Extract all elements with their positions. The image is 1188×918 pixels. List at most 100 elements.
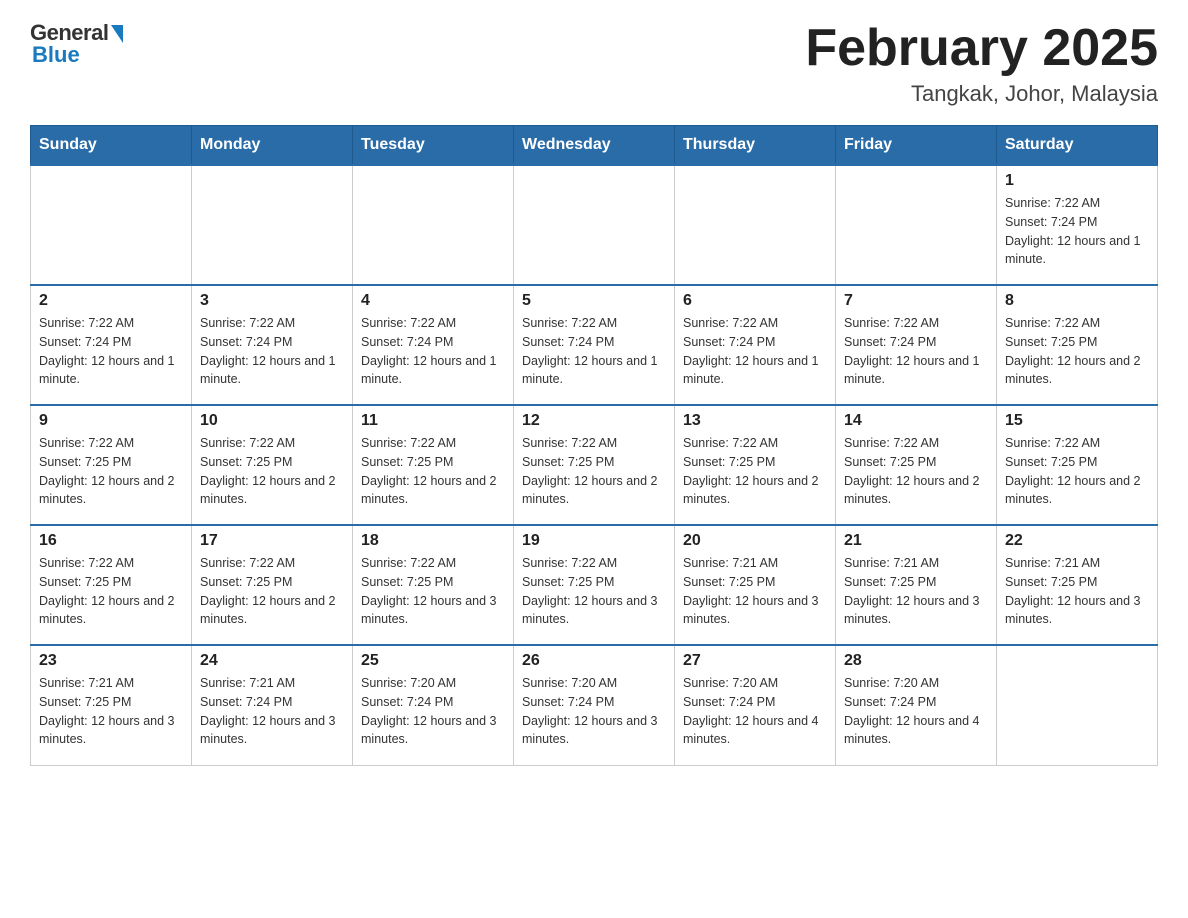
day-info: Sunrise: 7:22 AMSunset: 7:25 PMDaylight:…	[361, 434, 505, 509]
logo-arrow-icon	[111, 25, 123, 43]
day-info: Sunrise: 7:20 AMSunset: 7:24 PMDaylight:…	[522, 674, 666, 749]
calendar-cell: 27 Sunrise: 7:20 AMSunset: 7:24 PMDayligh…	[675, 645, 836, 765]
day-number: 21	[844, 532, 988, 550]
col-wednesday: Wednesday	[514, 126, 675, 166]
calendar-cell: 14 Sunrise: 7:22 AMSunset: 7:25 PMDayligh…	[836, 405, 997, 525]
day-number: 27	[683, 652, 827, 670]
header-row: Sunday Monday Tuesday Wednesday Thursday…	[31, 126, 1158, 166]
title-area: February 2025 Tangkak, Johor, Malaysia	[805, 20, 1158, 107]
week-row-1: 1 Sunrise: 7:22 AMSunset: 7:24 PMDaylight…	[31, 165, 1158, 285]
day-number: 13	[683, 412, 827, 430]
calendar-cell	[997, 645, 1158, 765]
day-number: 23	[39, 652, 183, 670]
day-info: Sunrise: 7:21 AMSunset: 7:25 PMDaylight:…	[1005, 554, 1149, 629]
calendar-cell: 23Sunrise: 7:21 AMSunset: 7:25 PMDayligh…	[31, 645, 192, 765]
day-info: Sunrise: 7:22 AMSunset: 7:24 PMDaylight:…	[683, 314, 827, 389]
calendar-cell: 1 Sunrise: 7:22 AMSunset: 7:24 PMDaylight…	[997, 165, 1158, 285]
day-info: Sunrise: 7:21 AMSunset: 7:25 PMDaylight:…	[844, 554, 988, 629]
logo: General Blue	[30, 20, 123, 68]
day-info: Sunrise: 7:22 AMSunset: 7:24 PMDaylight:…	[522, 314, 666, 389]
calendar-cell: 15Sunrise: 7:22 AMSunset: 7:25 PMDayligh…	[997, 405, 1158, 525]
calendar-cell: 6 Sunrise: 7:22 AMSunset: 7:24 PMDaylight…	[675, 285, 836, 405]
calendar-cell: 12Sunrise: 7:22 AMSunset: 7:25 PMDayligh…	[514, 405, 675, 525]
location-label: Tangkak, Johor, Malaysia	[805, 81, 1158, 107]
col-friday: Friday	[836, 126, 997, 166]
day-number: 9	[39, 412, 183, 430]
week-row-2: 2 Sunrise: 7:22 AMSunset: 7:24 PMDaylight…	[31, 285, 1158, 405]
col-monday: Monday	[192, 126, 353, 166]
day-number: 2	[39, 292, 183, 310]
day-number: 1	[1005, 172, 1149, 190]
day-number: 26	[522, 652, 666, 670]
day-number: 22	[1005, 532, 1149, 550]
day-info: Sunrise: 7:22 AMSunset: 7:24 PMDaylight:…	[844, 314, 988, 389]
week-row-5: 23Sunrise: 7:21 AMSunset: 7:25 PMDayligh…	[31, 645, 1158, 765]
day-info: Sunrise: 7:22 AMSunset: 7:25 PMDaylight:…	[1005, 314, 1149, 389]
calendar-cell: 21 Sunrise: 7:21 AMSunset: 7:25 PMDayligh…	[836, 525, 997, 645]
page-header: General Blue February 2025 Tangkak, Joho…	[30, 20, 1158, 107]
day-info: Sunrise: 7:22 AMSunset: 7:24 PMDaylight:…	[361, 314, 505, 389]
calendar-cell: 7 Sunrise: 7:22 AMSunset: 7:24 PMDaylight…	[836, 285, 997, 405]
day-number: 12	[522, 412, 666, 430]
logo-blue-text: Blue	[32, 42, 80, 68]
calendar-cell: 11 Sunrise: 7:22 AMSunset: 7:25 PMDayligh…	[353, 405, 514, 525]
day-info: Sunrise: 7:22 AMSunset: 7:24 PMDaylight:…	[200, 314, 344, 389]
col-thursday: Thursday	[675, 126, 836, 166]
calendar-cell: 3Sunrise: 7:22 AMSunset: 7:24 PMDaylight…	[192, 285, 353, 405]
calendar-cell: 4 Sunrise: 7:22 AMSunset: 7:24 PMDaylight…	[353, 285, 514, 405]
day-info: Sunrise: 7:22 AMSunset: 7:25 PMDaylight:…	[844, 434, 988, 509]
calendar-cell: 9 Sunrise: 7:22 AMSunset: 7:25 PMDaylight…	[31, 405, 192, 525]
calendar-cell: 19Sunrise: 7:22 AMSunset: 7:25 PMDayligh…	[514, 525, 675, 645]
day-info: Sunrise: 7:22 AMSunset: 7:24 PMDaylight:…	[1005, 194, 1149, 269]
calendar-table: Sunday Monday Tuesday Wednesday Thursday…	[30, 125, 1158, 766]
calendar-cell	[192, 165, 353, 285]
day-info: Sunrise: 7:22 AMSunset: 7:25 PMDaylight:…	[39, 434, 183, 509]
day-number: 20	[683, 532, 827, 550]
calendar-cell: 28Sunrise: 7:20 AMSunset: 7:24 PMDayligh…	[836, 645, 997, 765]
day-number: 25	[361, 652, 505, 670]
calendar-cell: 16 Sunrise: 7:22 AMSunset: 7:25 PMDayligh…	[31, 525, 192, 645]
day-number: 5	[522, 292, 666, 310]
calendar-cell: 8 Sunrise: 7:22 AMSunset: 7:25 PMDaylight…	[997, 285, 1158, 405]
calendar-cell: 13 Sunrise: 7:22 AMSunset: 7:25 PMDayligh…	[675, 405, 836, 525]
calendar-cell	[514, 165, 675, 285]
day-number: 10	[200, 412, 344, 430]
day-number: 18	[361, 532, 505, 550]
calendar-cell: 18 Sunrise: 7:22 AMSunset: 7:25 PMDayligh…	[353, 525, 514, 645]
day-info: Sunrise: 7:20 AMSunset: 7:24 PMDaylight:…	[844, 674, 988, 749]
month-title: February 2025	[805, 20, 1158, 77]
day-info: Sunrise: 7:22 AMSunset: 7:24 PMDaylight:…	[39, 314, 183, 389]
day-info: Sunrise: 7:21 AMSunset: 7:24 PMDaylight:…	[200, 674, 344, 749]
day-info: Sunrise: 7:22 AMSunset: 7:25 PMDaylight:…	[39, 554, 183, 629]
calendar-cell	[31, 165, 192, 285]
calendar-cell: 25 Sunrise: 7:20 AMSunset: 7:24 PMDayligh…	[353, 645, 514, 765]
day-number: 8	[1005, 292, 1149, 310]
week-row-3: 9 Sunrise: 7:22 AMSunset: 7:25 PMDaylight…	[31, 405, 1158, 525]
day-info: Sunrise: 7:21 AMSunset: 7:25 PMDaylight:…	[683, 554, 827, 629]
day-number: 17	[200, 532, 344, 550]
day-info: Sunrise: 7:20 AMSunset: 7:24 PMDaylight:…	[361, 674, 505, 749]
day-info: Sunrise: 7:22 AMSunset: 7:25 PMDaylight:…	[683, 434, 827, 509]
calendar-cell: 24 Sunrise: 7:21 AMSunset: 7:24 PMDayligh…	[192, 645, 353, 765]
col-sunday: Sunday	[31, 126, 192, 166]
day-info: Sunrise: 7:22 AMSunset: 7:25 PMDaylight:…	[200, 554, 344, 629]
day-number: 4	[361, 292, 505, 310]
calendar-cell: 22 Sunrise: 7:21 AMSunset: 7:25 PMDayligh…	[997, 525, 1158, 645]
calendar-cell: 17 Sunrise: 7:22 AMSunset: 7:25 PMDayligh…	[192, 525, 353, 645]
day-info: Sunrise: 7:22 AMSunset: 7:25 PMDaylight:…	[1005, 434, 1149, 509]
day-number: 16	[39, 532, 183, 550]
day-number: 24	[200, 652, 344, 670]
calendar-cell: 5 Sunrise: 7:22 AMSunset: 7:24 PMDaylight…	[514, 285, 675, 405]
day-info: Sunrise: 7:22 AMSunset: 7:25 PMDaylight:…	[200, 434, 344, 509]
calendar-cell: 26 Sunrise: 7:20 AMSunset: 7:24 PMDayligh…	[514, 645, 675, 765]
calendar-cell	[675, 165, 836, 285]
day-number: 6	[683, 292, 827, 310]
calendar-cell	[353, 165, 514, 285]
calendar-cell: 10 Sunrise: 7:22 AMSunset: 7:25 PMDayligh…	[192, 405, 353, 525]
day-info: Sunrise: 7:20 AMSunset: 7:24 PMDaylight:…	[683, 674, 827, 749]
day-number: 7	[844, 292, 988, 310]
day-number: 11	[361, 412, 505, 430]
day-info: Sunrise: 7:22 AMSunset: 7:25 PMDaylight:…	[522, 554, 666, 629]
day-info: Sunrise: 7:22 AMSunset: 7:25 PMDaylight:…	[361, 554, 505, 629]
day-number: 14	[844, 412, 988, 430]
